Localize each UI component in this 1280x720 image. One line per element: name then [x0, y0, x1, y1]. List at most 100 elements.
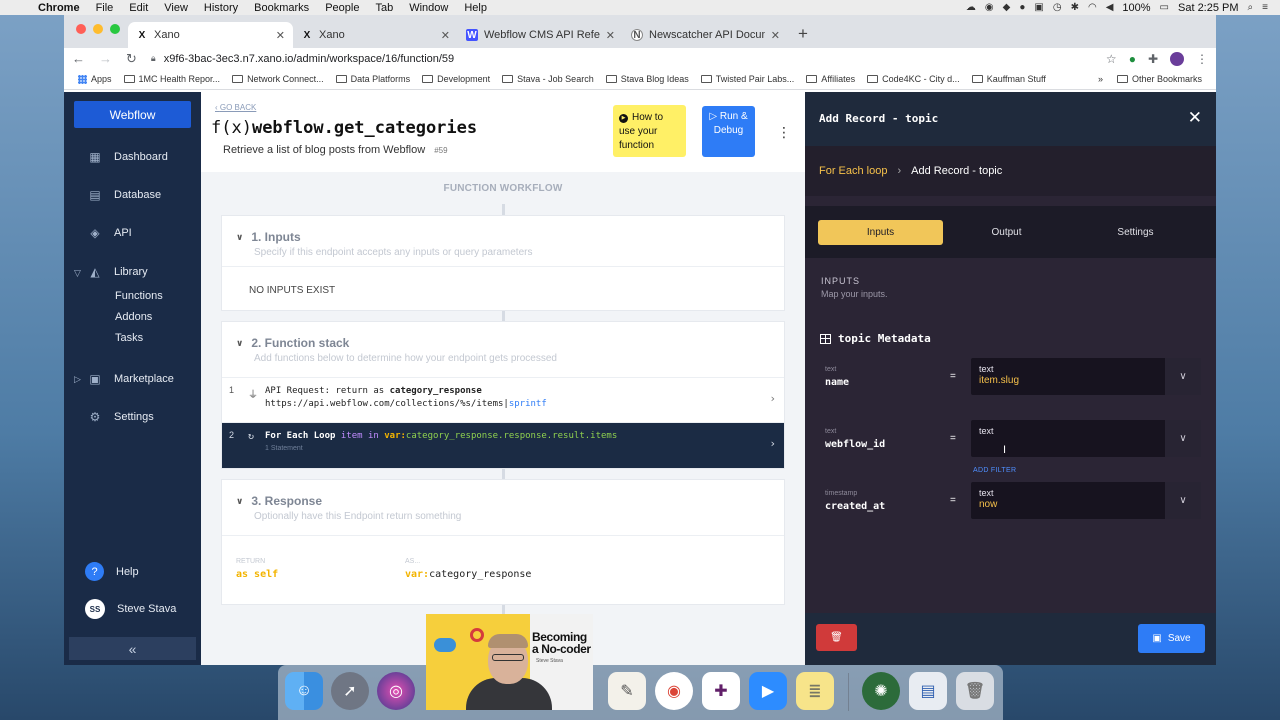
bookmark-folder[interactable]: Data Platforms: [330, 74, 417, 84]
chevron-down-icon[interactable]: ∨: [1165, 420, 1201, 457]
bookmark-folder[interactable]: 1MC Health Repor...: [118, 74, 227, 84]
menu-view[interactable]: View: [156, 2, 196, 14]
spotlight-search-icon[interactable]: ⌕: [1248, 2, 1254, 13]
close-icon[interactable]: ✕: [1188, 108, 1202, 128]
bookmark-folder[interactable]: Stava - Job Search: [496, 74, 600, 84]
record-icon[interactable]: ◉: [985, 2, 994, 13]
app-sunburst-icon[interactable]: ✺: [862, 672, 900, 710]
field-value-input[interactable]: text now ∨: [971, 482, 1201, 519]
delete-button[interactable]: 🗑︎: [816, 624, 857, 651]
grammarly-icon[interactable]: ●: [1019, 2, 1025, 13]
save-button[interactable]: ▣ Save: [1138, 624, 1205, 653]
sidebar-item-api[interactable]: ◈ API: [88, 226, 131, 240]
breadcrumb-for-each[interactable]: For Each loop: [819, 165, 887, 177]
browser-tab-webflow-api[interactable]: W Webflow CMS API Reference ✕: [458, 22, 623, 48]
tab-inputs[interactable]: Inputs: [818, 220, 943, 245]
screen-icon[interactable]: ▣: [1034, 2, 1043, 13]
bookmark-apps[interactable]: Apps: [72, 74, 118, 84]
time-machine-icon[interactable]: ◷: [1053, 2, 1062, 13]
menu-bookmarks[interactable]: Bookmarks: [246, 2, 317, 14]
sidebar-item-marketplace[interactable]: ▣ Marketplace: [88, 372, 174, 386]
stickies-icon[interactable]: ≣: [796, 672, 834, 710]
inputs-card-header[interactable]: ∨ 1. Inputs: [236, 230, 301, 244]
forward-arrow-icon[interactable]: →: [99, 51, 112, 66]
bookmark-folder[interactable]: Kauffman Stuff: [966, 74, 1052, 84]
tab-close-icon[interactable]: ✕: [606, 29, 615, 42]
downloads-stack-icon[interactable]: ▤: [909, 672, 947, 710]
stack-row-api-request[interactable]: 1 ⏚ API Request: return as category_resp…: [222, 378, 784, 422]
tab-close-icon[interactable]: ✕: [771, 29, 780, 42]
bookmark-star-icon[interactable]: ☆: [1106, 52, 1117, 66]
browser-tab-xano[interactable]: X Xano ✕: [293, 22, 458, 48]
textedit-icon[interactable]: ✎: [608, 672, 646, 710]
menu-edit[interactable]: Edit: [121, 2, 156, 14]
chevron-down-icon[interactable]: ▽: [74, 268, 81, 279]
chrome-icon[interactable]: ◉: [655, 672, 693, 710]
siri-icon[interactable]: ◎: [377, 672, 415, 710]
menu-help[interactable]: Help: [456, 2, 495, 14]
field-value-input[interactable]: text item.slug ∨: [971, 358, 1201, 395]
stack-card-header[interactable]: ∨ 2. Function stack: [236, 336, 349, 350]
more-options-icon[interactable]: ⋮: [777, 124, 791, 141]
return-value[interactable]: as self: [236, 569, 278, 580]
battery-icon[interactable]: ▭: [1160, 2, 1169, 13]
menu-app-name[interactable]: Chrome: [30, 2, 88, 14]
value-text[interactable]: now: [979, 499, 997, 510]
bookmark-folder[interactable]: Affiliates: [800, 74, 861, 84]
chevron-down-icon[interactable]: ∨: [1165, 358, 1201, 395]
bluetooth-icon[interactable]: ✱: [1071, 2, 1079, 13]
tab-close-icon[interactable]: ✕: [276, 29, 285, 42]
cloud-icon[interactable]: ☁: [966, 2, 976, 13]
bookmark-folder[interactable]: Network Connect...: [226, 74, 330, 84]
lock-icon[interactable]: 🔒︎: [151, 53, 156, 64]
add-filter-link[interactable]: ADD FILTER: [973, 467, 1016, 474]
trash-can-icon[interactable]: 🗑︎: [956, 672, 994, 710]
finder-icon[interactable]: ☺: [285, 672, 323, 710]
other-bookmarks[interactable]: Other Bookmarks: [1111, 74, 1208, 84]
sidebar-item-library[interactable]: ◭ Library: [88, 265, 147, 279]
notification-center-icon[interactable]: ≡: [1262, 2, 1268, 13]
bookmark-folder[interactable]: Code4KC - City d...: [861, 74, 966, 84]
profile-avatar-icon[interactable]: [1170, 51, 1184, 66]
volume-icon[interactable]: ◀: [1106, 2, 1114, 13]
menubar-clock[interactable]: Sat 2:25 PM: [1178, 2, 1239, 14]
zoom-window-button[interactable]: [110, 24, 120, 34]
menu-history[interactable]: History: [196, 2, 246, 14]
back-arrow-icon[interactable]: ←: [72, 51, 85, 66]
sidebar-subitem-functions[interactable]: Functions: [115, 290, 163, 302]
launchpad-icon[interactable]: ➚: [331, 672, 369, 710]
go-back-link[interactable]: ‹ GO BACK: [215, 103, 256, 112]
browser-tab-newscatcher[interactable]: N Newscatcher API Documentati ✕: [623, 22, 788, 48]
reload-icon[interactable]: ↻: [126, 51, 137, 67]
function-description[interactable]: Retrieve a list of blog posts from Webfl…: [223, 144, 425, 156]
zoom-icon[interactable]: ▶: [749, 672, 787, 710]
sidebar-subitem-addons[interactable]: Addons: [115, 311, 152, 323]
as-value[interactable]: var:category_response: [405, 569, 531, 580]
bookmark-folder[interactable]: Stava Blog Ideas: [600, 74, 695, 84]
menu-window[interactable]: Window: [401, 2, 456, 14]
bookmark-folder[interactable]: Twisted Pair Labs...: [695, 74, 801, 84]
tab-settings[interactable]: Settings: [1073, 220, 1198, 245]
workspace-button[interactable]: Webflow: [74, 101, 191, 128]
bookmark-folder[interactable]: Development: [416, 74, 496, 84]
dropbox-icon[interactable]: ◆: [1003, 2, 1011, 13]
how-to-button[interactable]: ▶ How to use your function: [613, 105, 686, 157]
sidebar-subitem-tasks[interactable]: Tasks: [115, 332, 143, 344]
address-bar[interactable]: 🔒︎ x9f6-3bac-3ec3.n7.xano.io/admin/works…: [151, 49, 1092, 68]
bookmarks-overflow-button[interactable]: »: [1090, 74, 1111, 84]
sidebar-user[interactable]: SS Steve Stava: [85, 599, 176, 619]
stack-row-for-each[interactable]: 2 ↻ For Each Loop item in var:category_r…: [222, 423, 784, 468]
sidebar-item-database[interactable]: ▤ Database: [88, 188, 161, 202]
puzzle-extensions-icon[interactable]: ✚: [1148, 52, 1158, 66]
tab-output[interactable]: Output: [944, 220, 1069, 245]
menu-people[interactable]: People: [317, 2, 367, 14]
sidebar-help[interactable]: ? Help: [85, 562, 139, 581]
minimize-window-button[interactable]: [93, 24, 103, 34]
chevron-down-icon[interactable]: ∨: [1165, 482, 1201, 519]
sidebar-item-dashboard[interactable]: ▦ Dashboard: [88, 150, 168, 164]
chevron-right-icon[interactable]: ▷: [74, 374, 81, 385]
tab-close-icon[interactable]: ✕: [441, 29, 450, 42]
new-tab-plus-icon[interactable]: +: [788, 24, 818, 48]
response-card-header[interactable]: ∨ 3. Response: [236, 494, 322, 508]
slack-icon[interactable]: ✚: [702, 672, 740, 710]
